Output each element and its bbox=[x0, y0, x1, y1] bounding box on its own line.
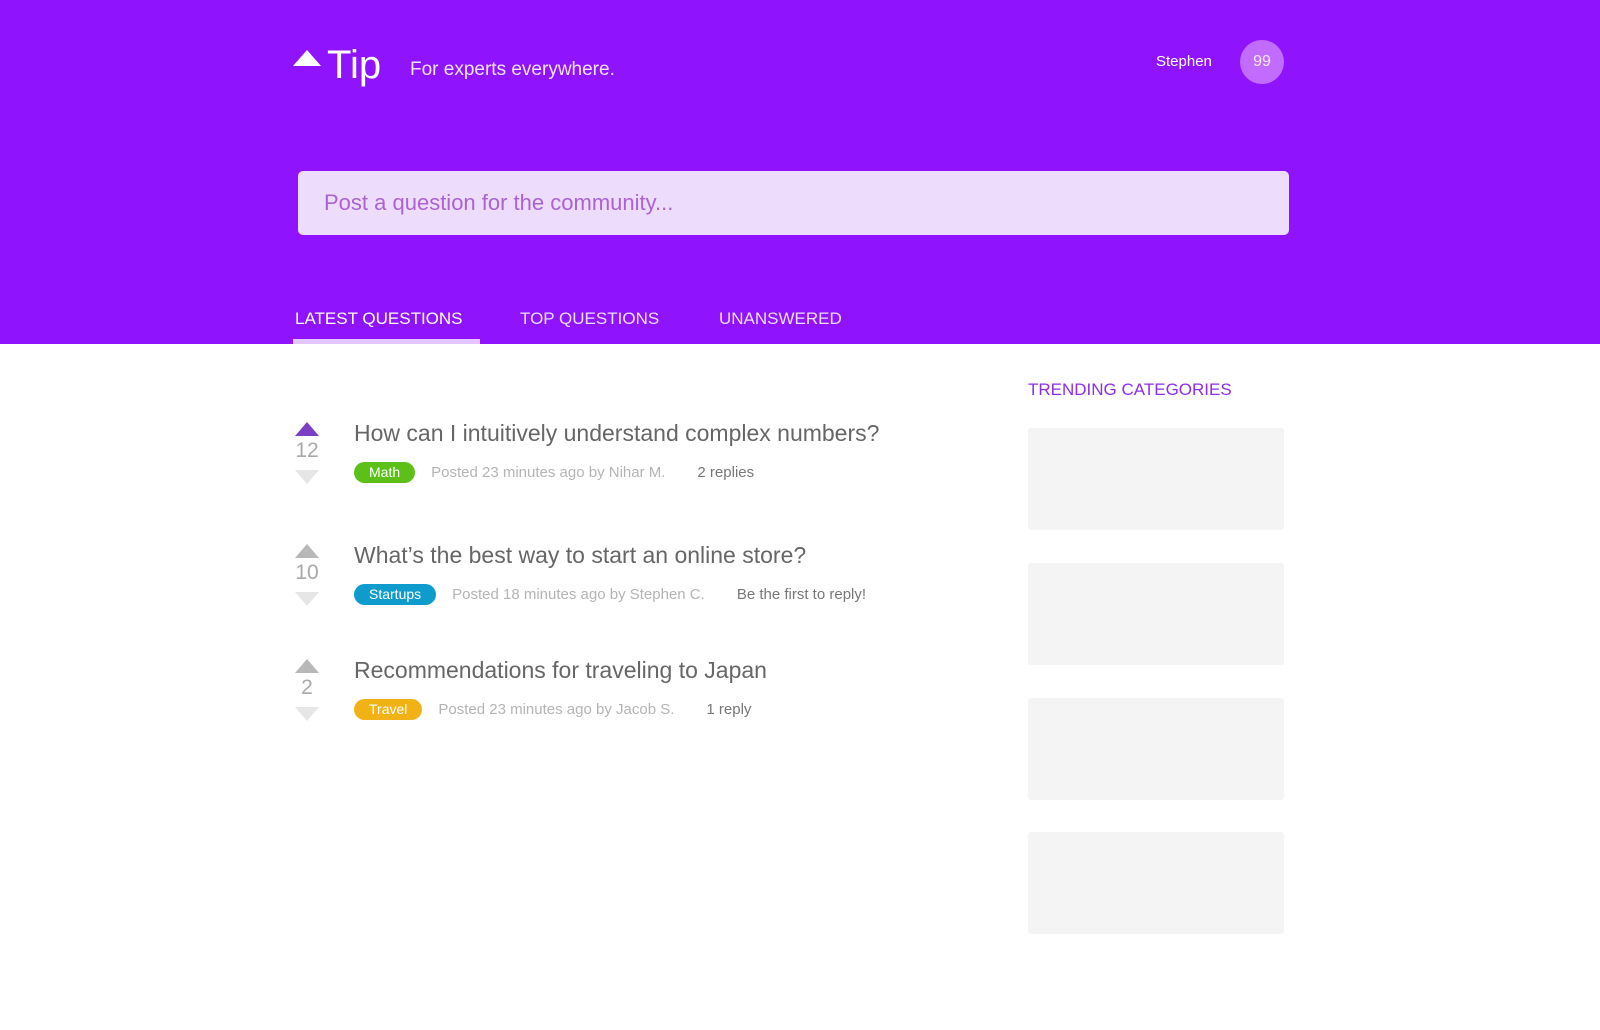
vote-control: 10 bbox=[290, 522, 324, 606]
replies-link[interactable]: 1 reply bbox=[706, 701, 751, 718]
question-title[interactable]: How can I intuitively understand complex… bbox=[354, 418, 879, 448]
trending-category-card[interactable] bbox=[1028, 428, 1284, 530]
sidebar-title: TRENDING CATEGORIES bbox=[1028, 380, 1232, 399]
vote-control: 12 bbox=[290, 400, 324, 484]
trending-category-card[interactable] bbox=[1028, 563, 1284, 665]
upvote-icon[interactable] bbox=[295, 659, 319, 673]
brand-name: Tip bbox=[327, 43, 382, 87]
vote-count: 12 bbox=[295, 439, 319, 462]
category-tag[interactable]: Travel bbox=[354, 699, 423, 720]
category-tag[interactable]: Math bbox=[354, 462, 416, 483]
post-question-input[interactable] bbox=[298, 171, 1289, 235]
trending-category-card[interactable] bbox=[1028, 698, 1284, 800]
triangle-up-icon bbox=[293, 50, 321, 66]
tab-top-questions[interactable]: TOP QUESTIONS bbox=[520, 304, 659, 334]
question-meta: Startups Posted 18 minutes ago by Stephe… bbox=[354, 584, 866, 605]
tagline: For experts everywhere. bbox=[410, 59, 615, 80]
vote-count: 2 bbox=[301, 676, 313, 699]
question-meta: Math Posted 23 minutes ago by Nihar M. 2… bbox=[354, 462, 754, 483]
tab-latest-questions[interactable]: LATEST QUESTIONS bbox=[295, 304, 463, 334]
tab-unanswered[interactable]: UNANSWERED bbox=[719, 304, 842, 334]
replies-link[interactable]: Be the first to reply! bbox=[737, 586, 866, 603]
posted-info: Posted 23 minutes ago by Jacob S. bbox=[438, 701, 675, 718]
question-title[interactable]: Recommendations for traveling to Japan bbox=[354, 655, 767, 685]
active-tab-indicator bbox=[293, 339, 480, 344]
trending-sidebar: TRENDING CATEGORIES bbox=[1028, 378, 1284, 934]
question-item: 12 How can I intuitively understand comp… bbox=[290, 400, 990, 484]
header: Tip For experts everywhere. Stephen 99 L… bbox=[0, 0, 1600, 344]
upvote-icon[interactable] bbox=[295, 544, 319, 558]
posted-info: Posted 23 minutes ago by Nihar M. bbox=[431, 464, 666, 481]
replies-link[interactable]: 2 replies bbox=[697, 464, 754, 481]
vote-count: 10 bbox=[295, 561, 319, 584]
category-tag[interactable]: Startups bbox=[354, 584, 437, 605]
downvote-icon[interactable] bbox=[295, 470, 319, 484]
user-name[interactable]: Stephen bbox=[1156, 52, 1212, 72]
question-item: 10 What’s the best way to start an onlin… bbox=[290, 522, 990, 606]
question-item: 2 Recommendations for traveling to Japan… bbox=[290, 637, 990, 721]
upvote-icon[interactable] bbox=[295, 422, 319, 436]
downvote-icon[interactable] bbox=[295, 592, 319, 606]
posted-info: Posted 18 minutes ago by Stephen C. bbox=[452, 586, 705, 603]
vote-control: 2 bbox=[290, 637, 324, 721]
question-title[interactable]: What’s the best way to start an online s… bbox=[354, 540, 806, 570]
trending-category-card[interactable] bbox=[1028, 832, 1284, 934]
brand-logo[interactable]: Tip bbox=[293, 42, 381, 88]
downvote-icon[interactable] bbox=[295, 707, 319, 721]
user-points-avatar[interactable]: 99 bbox=[1240, 40, 1284, 84]
question-meta: Travel Posted 23 minutes ago by Jacob S.… bbox=[354, 699, 751, 720]
